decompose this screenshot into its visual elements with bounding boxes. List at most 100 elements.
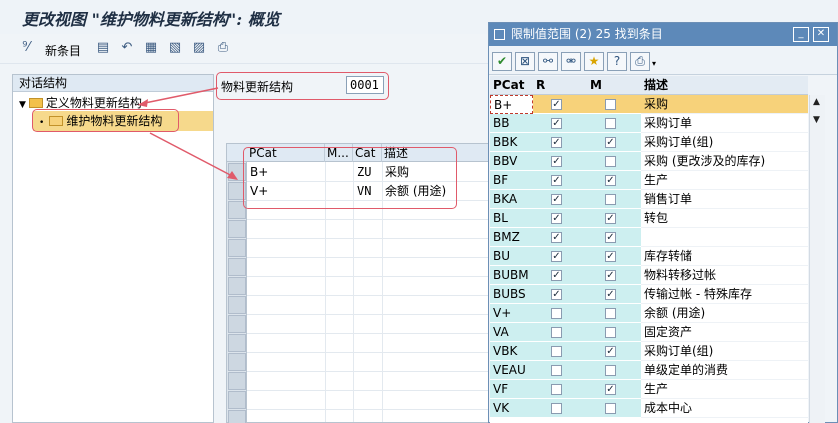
checkbox-m[interactable] [605,327,616,338]
row-selector[interactable] [228,353,246,371]
list-item[interactable]: BUBS ✓ ✓ 传输过帐 - 特殊库存 [490,285,808,304]
checkbox-m[interactable]: ✓ [605,213,616,224]
checkmark-icon[interactable]: ✔ [492,52,512,71]
checkbox-r[interactable]: ✓ [551,251,562,262]
column-header-m[interactable]: M [587,76,641,95]
list-item[interactable]: BKA ✓ 销售订单 [490,190,808,209]
cell-pcat[interactable]: BUBM [490,266,533,285]
cell-pcat[interactable]: V+ [490,304,533,323]
checkbox-r[interactable]: ✓ [551,289,562,300]
row-selector[interactable] [228,391,246,409]
checkbox-r[interactable]: ✓ [551,213,562,224]
list-item[interactable]: BL ✓ ✓ 转包 [490,209,808,228]
checkbox-m[interactable] [605,194,616,205]
cell-pcat[interactable]: BU [490,247,533,266]
cell-pcat[interactable]: BB [490,114,533,133]
cell-pcat[interactable]: BMZ [490,228,533,247]
checkbox-m[interactable]: ✓ [605,270,616,281]
row-selector[interactable] [228,372,246,390]
undo-icon[interactable]: ↶ [119,40,135,56]
column-header-desc[interactable]: 描述 [641,76,808,95]
list-item[interactable]: VK 成本中心 [490,399,808,418]
minimize-icon[interactable]: _ [793,27,809,42]
checkbox-r[interactable]: ✓ [551,118,562,129]
checkbox-m[interactable]: ✓ [605,232,616,243]
cell-pcat[interactable]: VK [490,399,533,418]
list-item[interactable]: VEAU 单级定单的消费 [490,361,808,380]
cell-pcat[interactable]: B+ [490,95,533,114]
scroll-down-icon[interactable]: ▼ [813,115,820,125]
scroll-up-icon[interactable]: ▲ [813,97,820,107]
select-block-icon[interactable]: ▧ [167,40,183,56]
row-selector[interactable] [228,410,246,423]
checkbox-m[interactable] [605,308,616,319]
checkbox-m[interactable]: ✓ [605,346,616,357]
row-selector[interactable] [228,258,246,276]
binoculars-plus-icon[interactable]: ⚮ [561,52,581,71]
checkbox-m[interactable]: ✓ [605,137,616,148]
dropdown-arrow-icon[interactable]: ▾ [652,59,656,68]
checkbox-r[interactable]: ✓ [551,175,562,186]
cell-pcat[interactable]: BBV [490,152,533,171]
list-item[interactable]: VF ✓ 生产 [490,380,808,399]
binoculars-icon[interactable]: ⚯ [538,52,558,71]
list-item[interactable]: VBK ✓ 采购订单(组) [490,342,808,361]
copy-rows-icon[interactable]: ▤ [95,40,111,56]
list-item[interactable]: BUBM ✓ ✓ 物料转移过帐 [490,266,808,285]
row-selector[interactable] [228,334,246,352]
new-entries-button[interactable]: 新条目 [45,42,81,59]
cell-pcat[interactable]: BUBS [490,285,533,304]
cell-pcat[interactable]: VBK [490,342,533,361]
printer-icon[interactable]: ⎙ [630,52,650,71]
vertical-scrollbar[interactable]: ▲ ▼ [809,95,825,423]
list-item[interactable]: BBK ✓ ✓ 采购订单(组) [490,133,808,152]
checkbox-m[interactable]: ✓ [605,175,616,186]
checkbox-m[interactable] [605,403,616,414]
checkbox-r[interactable] [551,365,562,376]
list-item[interactable]: BU ✓ ✓ 库存转储 [490,247,808,266]
cell-pcat[interactable]: VEAU [490,361,533,380]
list-item[interactable]: BBV ✓ 采购 (更改涉及的库存) [490,152,808,171]
checkbox-r[interactable]: ✓ [551,270,562,281]
checkbox-m[interactable] [605,99,616,110]
column-header-r[interactable]: R [533,76,587,95]
close-icon[interactable]: ✕ [813,27,829,42]
list-item[interactable]: BF ✓ ✓ 生产 [490,171,808,190]
checkbox-r[interactable] [551,384,562,395]
checkbox-m[interactable] [605,365,616,376]
row-selector[interactable] [228,239,246,257]
close-box-icon[interactable]: ⊠ [515,52,535,71]
checkbox-r[interactable]: ✓ [551,194,562,205]
row-selector[interactable] [228,296,246,314]
cell-pcat[interactable]: VF [490,380,533,399]
list-item[interactable]: B+ ✓ 采购 [490,95,808,114]
checkbox-m[interactable]: ✓ [605,251,616,262]
checkbox-r[interactable]: ✓ [551,137,562,148]
cell-pcat[interactable]: BL [490,209,533,228]
checkbox-r[interactable] [551,308,562,319]
print-icon[interactable]: ⎙ [215,40,231,56]
checkbox-m[interactable]: ✓ [605,384,616,395]
column-header-pcat[interactable]: PCat [490,76,533,95]
checkbox-r[interactable] [551,403,562,414]
cell-pcat[interactable]: BKA [490,190,533,209]
checkbox-r[interactable]: ✓ [551,232,562,243]
expand-triangle-icon[interactable]: ▼ [19,100,26,110]
help-icon[interactable]: ? [607,52,627,71]
cell-pcat[interactable]: BF [490,171,533,190]
list-item[interactable]: VA 固定资产 [490,323,808,342]
cell-pcat[interactable]: VA [490,323,533,342]
list-item[interactable]: V+ 余额 (用途) [490,304,808,323]
list-item[interactable]: BMZ ✓ ✓ [490,228,808,247]
checkbox-m[interactable]: ✓ [605,289,616,300]
checkbox-m[interactable] [605,118,616,129]
row-selector[interactable] [228,277,246,295]
checkbox-r[interactable] [551,327,562,338]
list-item[interactable]: BB ✓ 采购订单 [490,114,808,133]
checkbox-r[interactable]: ✓ [551,156,562,167]
select-all-icon[interactable]: ▦ [143,40,159,56]
checkbox-r[interactable] [551,346,562,357]
row-selector[interactable] [228,315,246,333]
star-add-icon[interactable]: ★ [584,52,604,71]
checkbox-m[interactable] [605,156,616,167]
